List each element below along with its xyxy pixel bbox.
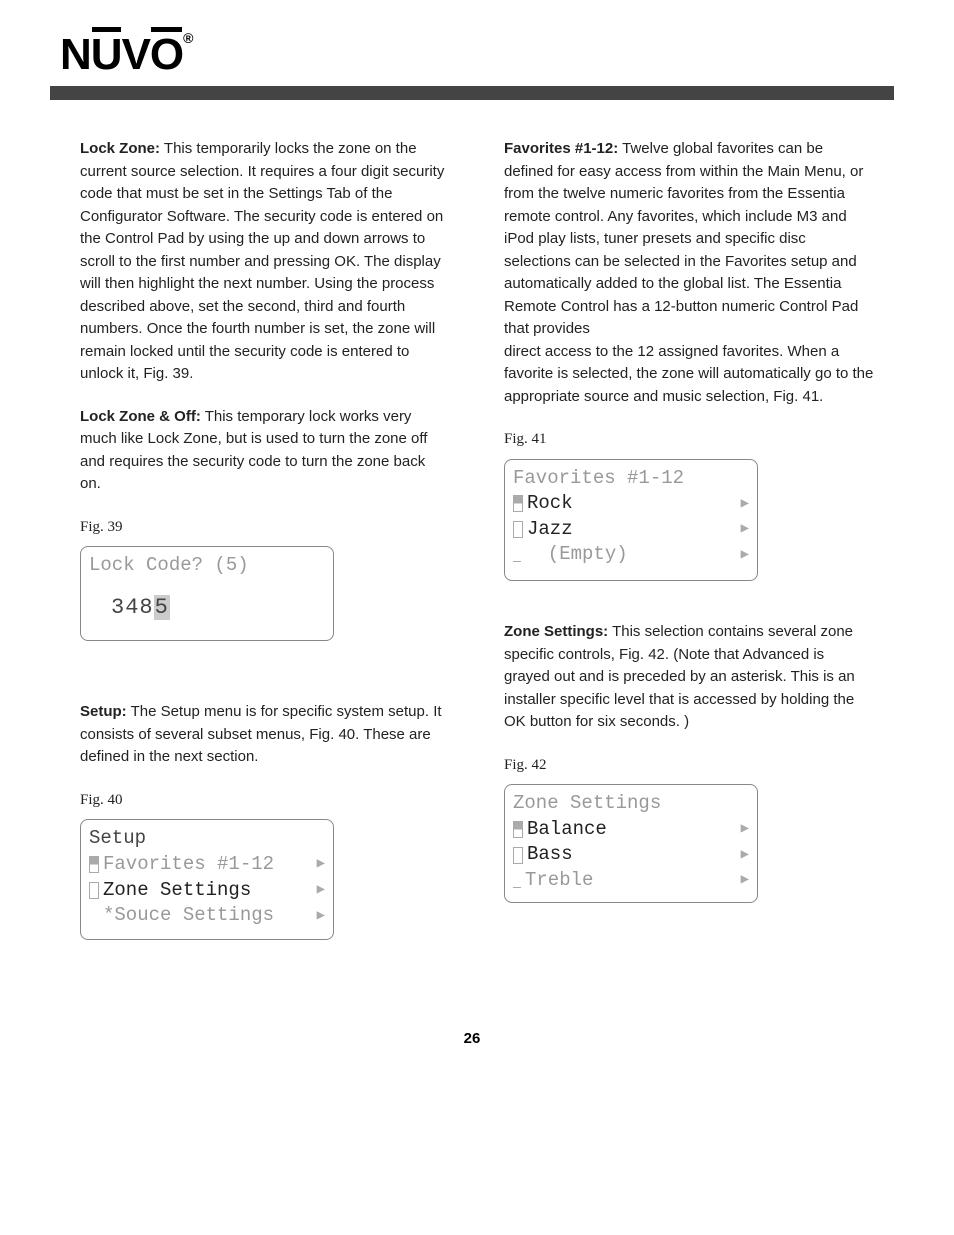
setup-paragraph: Setup: The Setup menu is for specific sy… — [80, 701, 450, 769]
fig41-row-jazz: Jazz ▶ — [511, 517, 751, 543]
fig41-row-empty: (Empty) ▶ — [511, 542, 751, 568]
fig39-caption: Fig. 39 — [80, 516, 450, 539]
scroll-indicator-icon — [513, 495, 523, 512]
lock-zone-paragraph: Lock Zone: This temporarily locks the zo… — [80, 138, 450, 386]
fig39-lock-code: 3485 — [87, 593, 327, 623]
page-number: 26 — [50, 1030, 894, 1047]
fig42-item1-label: Balance — [527, 817, 607, 843]
chevron-right-icon: ▶ — [741, 495, 749, 514]
left-column: Lock Zone: This temporarily locks the zo… — [80, 138, 450, 940]
fig42-caption: Fig. 42 — [504, 754, 874, 777]
fig40-item3-label: *Souce Settings — [103, 903, 274, 929]
lock-zone-body: This temporarily locks the zone on the c… — [80, 140, 444, 382]
scroll-indicator-icon — [513, 821, 523, 838]
fig39-code-digits: 348 — [111, 595, 154, 620]
fig42-item2-label: Bass — [527, 842, 573, 868]
fig39-title: Lock Code? (5) — [87, 553, 327, 579]
fig41-item1-label: Rock — [527, 491, 573, 517]
fig40-lcd: Setup Favorites #1-12 ▶ Zone Settings ▶ … — [80, 819, 334, 940]
fig39-code-cursor: 5 — [154, 595, 170, 620]
fig42-row-bass: Bass ▶ — [511, 842, 751, 868]
zone-settings-lead: Zone Settings: — [504, 623, 608, 640]
fig39-lcd: Lock Code? (5) 3485 — [80, 546, 334, 641]
fig41-row-rock: Rock ▶ — [511, 491, 751, 517]
scroll-indicator-icon — [89, 856, 99, 873]
fig42-lcd: Zone Settings Balance ▶ Bass ▶ Treble ▶ — [504, 784, 758, 903]
lock-zone-off-paragraph: Lock Zone & Off: This temporary lock wor… — [80, 406, 450, 496]
right-column: Favorites #1-12: Twelve global favorites… — [504, 138, 874, 940]
fig40-caption: Fig. 40 — [80, 789, 450, 812]
favorites-body1: Twelve global favorites can be defined f… — [504, 140, 863, 337]
chevron-right-icon: ▶ — [317, 855, 325, 874]
zone-settings-paragraph: Zone Settings: This selection contains s… — [504, 621, 874, 734]
fig41-lcd: Favorites #1-12 Rock ▶ Jazz ▶ (Empty) ▶ — [504, 459, 758, 582]
setup-lead: Setup: — [80, 703, 127, 720]
favorites-lead: Favorites #1-12: — [504, 140, 618, 157]
favorites-body2: direct access to the 12 assigned favorit… — [504, 343, 873, 405]
chevron-right-icon: ▶ — [741, 846, 749, 865]
setup-body: The Setup menu is for specific system se… — [80, 703, 442, 765]
brand-logo: NUVO® — [60, 30, 192, 80]
fig41-title: Favorites #1-12 — [511, 466, 751, 492]
scroll-indicator-icon — [513, 521, 523, 538]
fig40-item2-label: Zone Settings — [103, 878, 251, 904]
fig41-item2-label: Jazz — [527, 517, 573, 543]
fig42-title: Zone Settings — [511, 791, 751, 817]
fig40-row-zone-settings: Zone Settings ▶ — [87, 878, 327, 904]
fig42-item3-label: Treble — [525, 868, 593, 894]
scroll-indicator-icon — [89, 882, 99, 899]
chevron-right-icon: ▶ — [741, 520, 749, 539]
chevron-right-icon: ▶ — [741, 871, 749, 890]
fig40-row-source-settings: *Souce Settings ▶ — [87, 903, 327, 929]
fig41-caption: Fig. 41 — [504, 428, 874, 451]
fig42-row-treble: Treble ▶ — [511, 868, 751, 894]
header-rule — [50, 86, 894, 100]
chevron-right-icon: ▶ — [741, 546, 749, 565]
favorites-paragraph: Favorites #1-12: Twelve global favorites… — [504, 138, 874, 408]
fig40-title: Setup — [87, 826, 327, 852]
fig40-item1-label: Favorites #1-12 — [103, 852, 274, 878]
chevron-right-icon: ▶ — [741, 820, 749, 839]
fig42-row-balance: Balance ▶ — [511, 817, 751, 843]
scroll-indicator-icon — [513, 560, 521, 562]
fig41-item3-label: (Empty) — [525, 542, 628, 568]
scroll-indicator-icon — [513, 886, 521, 888]
lock-zone-off-lead: Lock Zone & Off: — [80, 408, 201, 425]
lock-zone-lead: Lock Zone: — [80, 140, 160, 157]
chevron-right-icon: ▶ — [317, 907, 325, 926]
chevron-right-icon: ▶ — [317, 881, 325, 900]
fig40-row-favorites: Favorites #1-12 ▶ — [87, 852, 327, 878]
scroll-indicator-icon — [513, 847, 523, 864]
